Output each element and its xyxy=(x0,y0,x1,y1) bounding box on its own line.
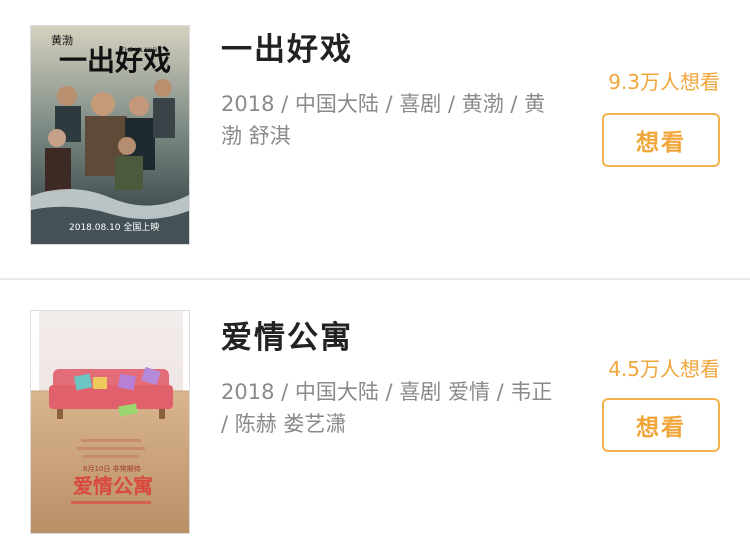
movie-poster[interactable]: 爱情公寓 8月10日 非常期待 xyxy=(30,310,190,534)
want-count: 4.5万人想看 xyxy=(608,357,720,381)
want-to-watch-button[interactable]: 想看 xyxy=(602,113,720,167)
movie-meta: 2018 / 中国大陆 / 喜剧 爱情 / 韦正 / 陈赫 娄艺潇 xyxy=(221,380,553,436)
movie-meta: 2018 / 中国大陆 / 喜剧 / 黄渤 / 黄渤 舒淇 xyxy=(221,92,546,148)
movie-title[interactable]: 一出好戏 xyxy=(221,24,353,69)
poster-release-text: 2018.08.10 全国上映 xyxy=(69,221,159,233)
want-to-watch-button[interactable]: 想看 xyxy=(602,398,720,452)
want-count: 9.3万人想看 xyxy=(608,70,720,94)
poster-release-text: 8月10日 非常期待 xyxy=(83,464,141,473)
poster-subtitle: THE ISLAND xyxy=(120,47,158,54)
movie-list-item[interactable]: 爱情公寓 8月10日 非常期待 爱情公寓 2018 / 中国大陆 / 喜剧 爱情… xyxy=(0,280,750,550)
movie-title[interactable]: 爱情公寓 xyxy=(221,312,353,357)
poster-title-art: 爱情公寓 xyxy=(73,474,153,498)
movie-list-item[interactable]: 黄渤 一出好戏 THE ISLAND 2018.08.10 全国上映 一出好戏 … xyxy=(0,0,750,278)
movie-list: 黄渤 一出好戏 THE ISLAND 2018.08.10 全国上映 一出好戏 … xyxy=(0,0,750,550)
movie-poster[interactable]: 黄渤 一出好戏 THE ISLAND 2018.08.10 全国上映 xyxy=(30,25,190,245)
